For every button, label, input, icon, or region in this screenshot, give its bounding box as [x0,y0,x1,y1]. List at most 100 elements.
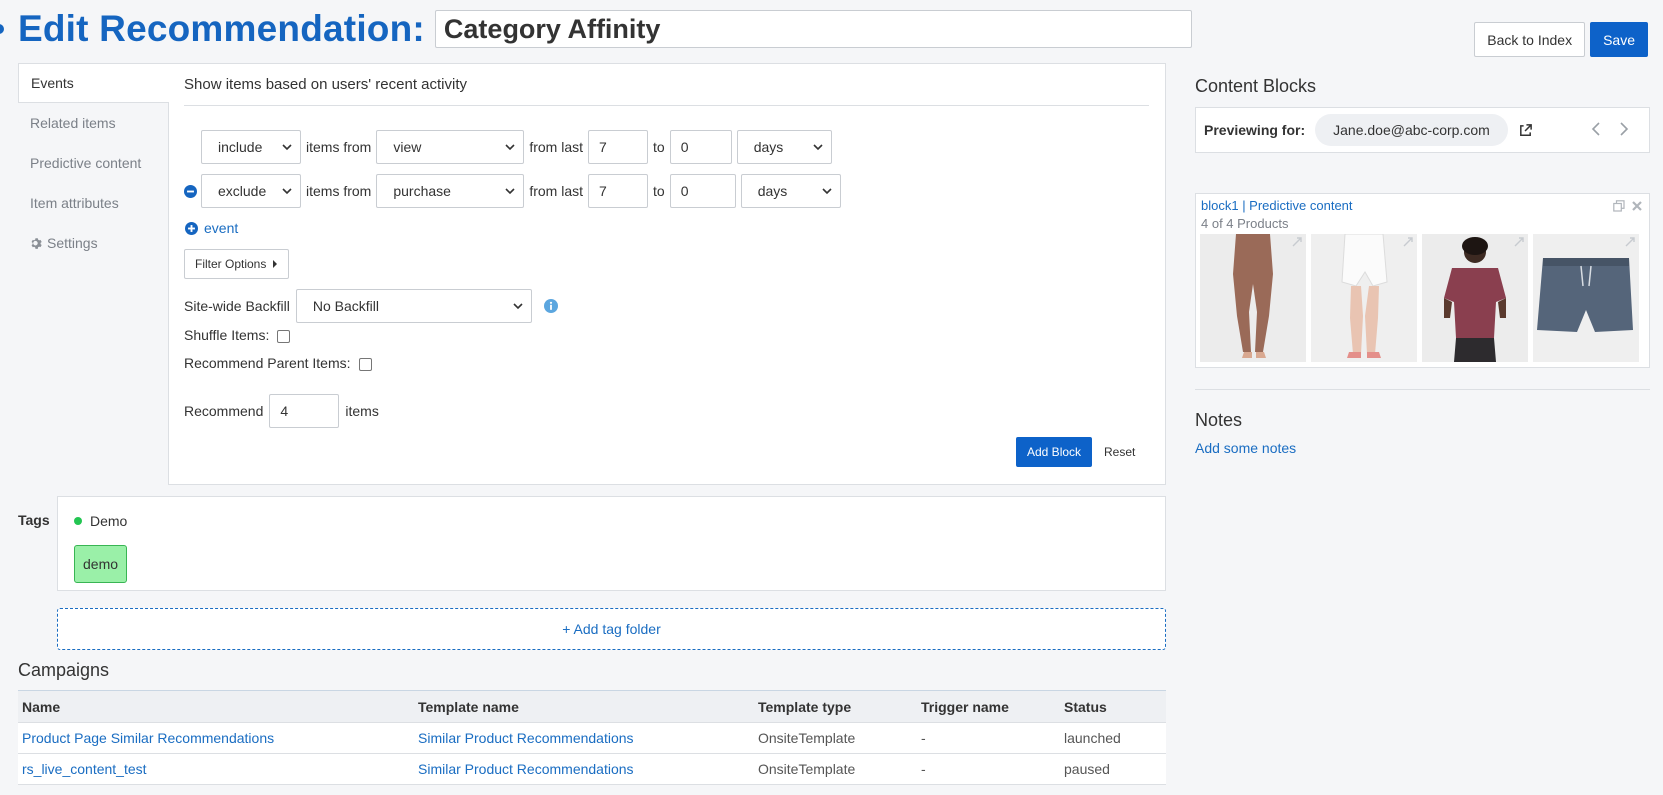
product-tile[interactable] [1311,234,1417,362]
tab-events[interactable]: Events [18,63,169,103]
previewing-label: Previewing for: [1204,122,1306,138]
column-header: Status [1060,690,1166,723]
block-title-link[interactable]: block1 | Predictive content [1201,198,1353,213]
reset-button[interactable]: Reset [1104,437,1135,467]
shuffle-row: Shuffle Items: [184,326,291,343]
select-value: No Backfill [312,298,379,314]
product-image-leggings [1200,234,1306,362]
event-type-select[interactable]: view [376,130,525,164]
tags-label: Tags [18,512,50,528]
trigger-name-cell: - [917,753,1060,785]
template-type-cell: OnsiteTemplate [754,753,917,785]
header-actions: Back to Index Save [1474,22,1648,57]
from-days-input[interactable] [588,130,649,164]
tab-label: Predictive content [30,155,142,171]
chevron-left-icon[interactable] [1591,121,1601,137]
campaign-name-link[interactable]: Product Page Similar Recommendations [22,730,274,746]
template-name-cell: Similar Product Recommendations [414,753,754,785]
caret-right-icon [273,260,278,268]
select-value: view [393,139,422,155]
template-name-link[interactable]: Similar Product Recommendations [418,761,634,777]
parent-items-label: Recommend Parent Items: [184,354,351,371]
table-header-row: Name Template name Template type Trigger… [18,690,1166,723]
product-image-swim-shorts [1533,234,1639,362]
tab-settings[interactable]: Settings [18,223,168,263]
chevron-down-icon [822,188,832,195]
column-header: Template name [414,690,754,723]
product-tile[interactable] [1422,234,1528,362]
chevron-down-icon [813,144,823,151]
add-block-button[interactable]: Add Block [1016,437,1093,467]
template-name-cell: Similar Product Recommendations [414,722,754,754]
back-to-index-button[interactable]: Back to Index [1474,22,1586,57]
tab-related-items[interactable]: Related items [18,103,168,143]
expand-icon[interactable] [1625,237,1635,247]
external-link-icon[interactable] [1518,123,1533,138]
expand-icon[interactable] [1514,237,1524,247]
column-header: Template type [754,690,917,723]
parent-items-row: Recommend Parent Items: [184,354,372,371]
add-tag-folder-button[interactable]: + Add tag folder [57,608,1166,650]
tab-predictive-content[interactable]: Predictive content [18,143,168,183]
time-unit-select[interactable]: days [736,130,832,164]
preview-user-selector[interactable]: Jane.doe@abc-corp.com [1315,114,1508,146]
chevron-down-icon [513,303,523,310]
expand-icon[interactable] [1292,237,1302,247]
filter-options-button[interactable]: Filter Options [184,249,290,279]
chevron-down-icon [505,144,515,151]
from-days-input[interactable] [588,174,649,208]
to-days-input[interactable] [669,130,732,164]
copy-icon[interactable] [1613,200,1625,212]
product-image-shorts [1311,234,1417,362]
recommend-count-input[interactable] [269,394,340,428]
content-blocks-heading: Content Blocks [1195,76,1317,96]
minus-circle-icon [183,184,197,198]
select-value: purchase [393,183,451,199]
tab-item-attributes[interactable]: Item attributes [18,183,168,223]
event-rule-row: exclude items from purchase from last to… [179,174,841,208]
select-value: include [218,139,263,155]
recommendation-name-input[interactable] [434,10,1192,48]
recommend-label: Recommend [184,403,264,419]
save-button[interactable]: Save [1590,22,1648,57]
event-type-select[interactable]: purchase [376,174,525,208]
campaign-name-link[interactable]: rs_live_content_test [22,761,147,777]
backfill-select[interactable]: No Backfill [295,289,532,323]
to-label: to [653,183,665,199]
template-name-link[interactable]: Similar Product Recommendations [418,730,634,746]
trigger-name-cell: - [917,722,1060,754]
time-unit-select[interactable]: days [740,174,841,208]
add-event-button[interactable]: event [185,220,238,236]
content-block-card: block1 | Predictive content 4 of 4 Produ… [1195,193,1650,368]
chevron-right-icon[interactable] [1619,121,1629,137]
select-value: exclude [218,183,267,199]
tab-label: Item attributes [30,195,119,211]
notes-heading: Notes [1195,410,1243,430]
product-tile[interactable] [1533,234,1639,362]
product-tile[interactable] [1200,234,1306,362]
expand-icon[interactable] [1403,237,1413,247]
product-image-polo [1422,234,1528,362]
rule-spacer [179,136,201,158]
plus-circle-icon [185,221,198,235]
close-icon[interactable] [1631,200,1643,212]
add-notes-link[interactable]: Add some notes [1195,440,1296,456]
tag-folder-name: Demo [90,513,128,529]
preview-nav [1591,121,1629,137]
campaign-name-cell: Product Page Similar Recommendations [18,722,414,754]
tag-chip[interactable]: demo [74,545,128,583]
tab-label: Related items [30,115,116,131]
to-days-input[interactable] [669,174,736,208]
page-edge-indicator [0,24,4,34]
event-rule-row: include items from view from last to day… [179,130,832,164]
campaign-name-cell: rs_live_content_test [18,753,414,785]
info-icon[interactable] [543,299,558,313]
page-title: Edit Recommendation: [18,8,425,49]
items-from-label: items from [306,183,372,199]
parent-items-checkbox[interactable] [358,358,372,371]
filter-options-label: Filter Options [195,257,267,271]
mode-select[interactable]: exclude [201,174,301,208]
shuffle-checkbox[interactable] [277,330,291,343]
mode-select[interactable]: include [201,130,301,164]
remove-rule-button[interactable] [179,180,201,202]
